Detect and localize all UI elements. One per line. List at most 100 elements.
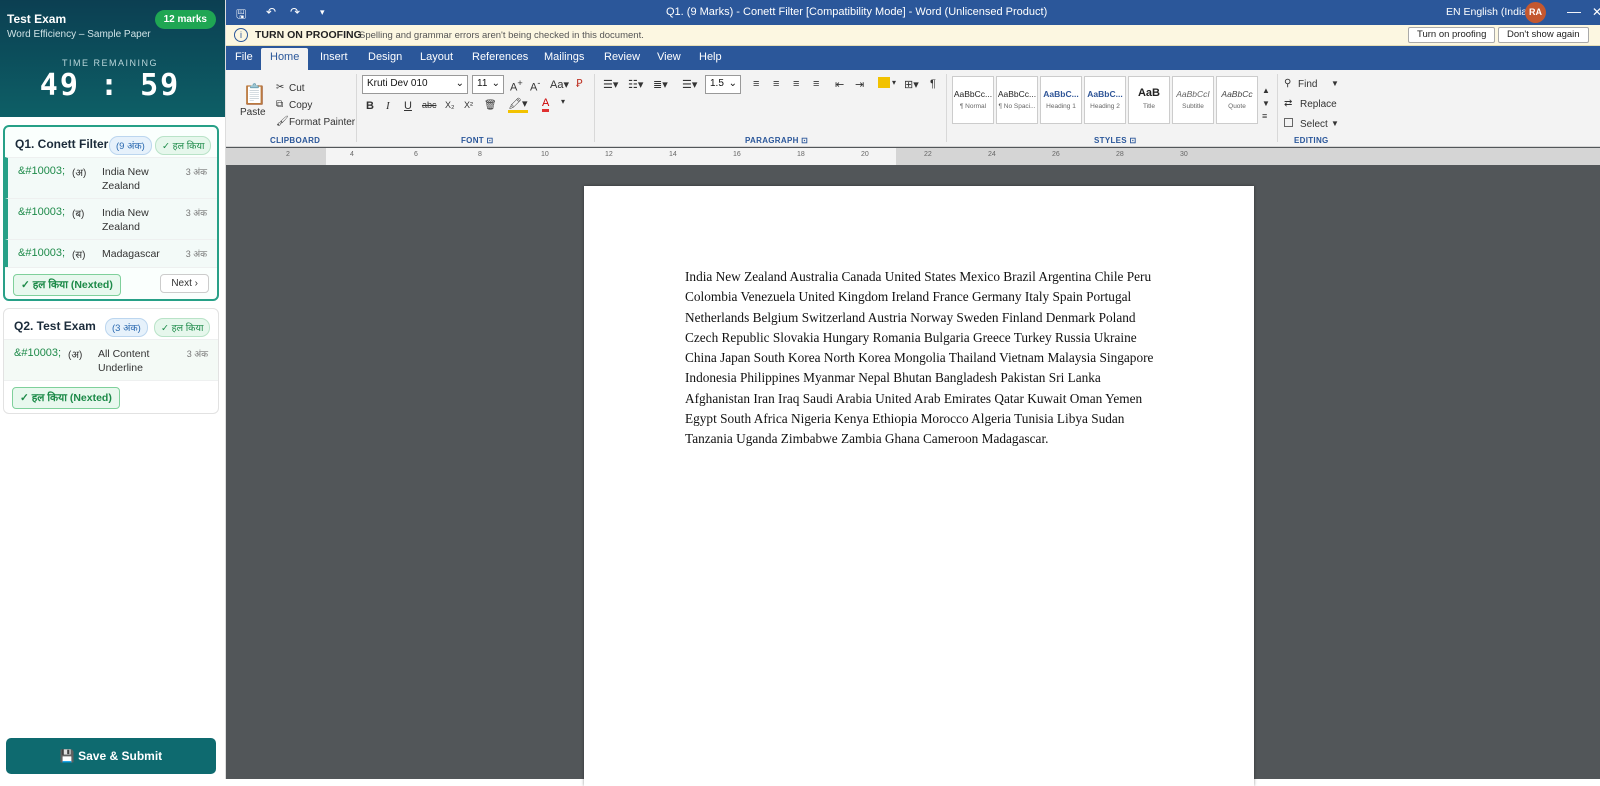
select-button[interactable]: Select	[1300, 119, 1328, 130]
style-normal[interactable]: AaBbCc... ¶ Normal	[952, 76, 994, 124]
solved-nexted-button[interactable]: ✓ हल किया (Nexted)	[12, 387, 120, 409]
subquestion-row[interactable]: &#10003; (ब) India New Zealand 3 अंक	[5, 198, 217, 239]
language-indicator[interactable]: EN English (India)	[1446, 6, 1531, 18]
question-header[interactable]: Q2. Test Exam (3 अंक) ✓ हल किया	[4, 309, 218, 339]
copy-button[interactable]: Copy	[289, 100, 312, 111]
ruler-number: 14	[669, 151, 677, 158]
style-no-spacing[interactable]: AaBbCc... ¶ No Spaci...	[996, 76, 1038, 124]
style-preview: AaBbC...	[1043, 89, 1079, 99]
solved-nexted-button[interactable]: ✓ हल किया (Nexted)	[13, 274, 121, 296]
ruler-number: 30	[1180, 151, 1188, 158]
align-right-icon[interactable]: ≡	[793, 78, 799, 90]
check-code: &#10003;	[18, 247, 66, 259]
chevron-down-icon[interactable]: ▼	[1331, 79, 1339, 88]
next-button[interactable]: Next ›	[160, 274, 209, 293]
chevron-down-icon[interactable]: ▾	[892, 78, 896, 87]
exam-title: Test Exam	[7, 12, 67, 26]
document-page[interactable]: India New Zealand Australia Canada Unite…	[584, 186, 1254, 786]
font-name-dropdown[interactable]: Kruti Dev 010 ⌄	[362, 75, 468, 94]
italic-icon[interactable]: I	[386, 100, 390, 112]
style-heading-2[interactable]: AaBbC... Heading 2	[1084, 76, 1126, 124]
user-avatar[interactable]: RA	[1525, 2, 1546, 23]
styles-scroll-up-icon[interactable]: ▲	[1262, 86, 1270, 95]
ruler-number: 26	[1052, 151, 1060, 158]
tab-file[interactable]: File	[235, 51, 253, 63]
decrease-indent-icon[interactable]: ⇤	[835, 78, 844, 91]
select-checkbox-icon	[1284, 118, 1293, 127]
superscript-icon[interactable]: X²	[464, 100, 473, 110]
clear-all-icon[interactable]: 🗑	[484, 100, 497, 111]
strikethrough-icon[interactable]: abc	[422, 100, 437, 110]
tab-design[interactable]: Design	[368, 51, 402, 63]
clear-formatting-icon[interactable]: Ꝑ	[576, 77, 583, 90]
style-title[interactable]: AaB Title	[1128, 76, 1170, 124]
bold-icon[interactable]: B	[366, 100, 374, 112]
multilevel-list-icon[interactable]: ≣▾	[653, 78, 668, 91]
cut-button[interactable]: Cut	[289, 83, 305, 94]
tab-references[interactable]: References	[472, 51, 528, 63]
increase-indent-icon[interactable]: ⇥	[855, 78, 864, 91]
document-body-text[interactable]: India New Zealand Australia Canada Unite…	[685, 267, 1160, 450]
shrink-font-icon[interactable]: A-	[530, 78, 540, 94]
shading-icon[interactable]	[878, 77, 890, 88]
copy-icon: ⧉	[276, 99, 284, 110]
highlight-color-icon[interactable]: 🖍▾	[508, 97, 528, 113]
group-separator	[946, 74, 947, 142]
align-left-icon[interactable]: ≡	[753, 78, 759, 90]
subquestion-row[interactable]: &#10003; (अ) India New Zealand 3 अंक	[5, 157, 217, 198]
bullets-icon[interactable]: ☰▾	[603, 78, 618, 91]
ruler[interactable]: 2 4 6 8 10 12 14 16 18 20 22 24 26 28 30	[226, 148, 1600, 165]
borders-icon[interactable]: ⊞▾	[904, 78, 919, 91]
question-card-q1[interactable]: Q1. Conett Filter (9 अंक) ✓ हल किया &#10…	[3, 125, 219, 301]
replace-button[interactable]: Replace	[1300, 99, 1337, 110]
show-formatting-icon[interactable]: ¶	[930, 78, 936, 90]
subquestion-row[interactable]: &#10003; (स) Madagascar 3 अंक	[5, 239, 217, 267]
styles-more-icon[interactable]: ≡	[1262, 111, 1267, 121]
change-case-icon[interactable]: Aa▾	[550, 78, 569, 91]
font-color-icon[interactable]: A	[542, 97, 550, 112]
question-card-q2[interactable]: Q2. Test Exam (3 अंक) ✓ हल किया &#10003;…	[3, 308, 219, 414]
line-spacing-icon[interactable]: ☰▾	[682, 78, 697, 91]
align-center-icon[interactable]: ≡	[773, 78, 779, 90]
clipboard-group-label: CLIPBOARD	[270, 136, 321, 145]
font-size-dropdown[interactable]: 11 ⌄	[472, 75, 504, 94]
format-painter-button[interactable]: Format Painter	[289, 117, 355, 128]
justify-icon[interactable]: ≡	[813, 78, 819, 90]
save-submit-button[interactable]: 💾 Save & Submit	[6, 738, 216, 774]
chevron-down-icon[interactable]: ▾	[561, 97, 565, 106]
tab-mailings[interactable]: Mailings	[544, 51, 584, 63]
paste-button[interactable]: Paste	[240, 107, 266, 118]
tab-review[interactable]: Review	[604, 51, 640, 63]
customize-quick-access-icon[interactable]: ▾	[320, 7, 325, 18]
proofing-heading: TURN ON PROOFING	[255, 29, 362, 41]
tab-layout[interactable]: Layout	[420, 51, 453, 63]
subscript-icon[interactable]: X₂	[445, 100, 455, 110]
undo-icon[interactable]: ↶	[266, 5, 276, 19]
tab-insert[interactable]: Insert	[320, 51, 348, 63]
tab-help[interactable]: Help	[699, 51, 722, 63]
numbering-icon[interactable]: ☷▾	[628, 78, 643, 91]
underline-icon[interactable]: U	[404, 100, 412, 112]
redo-icon[interactable]: ↷	[290, 5, 300, 19]
subquestion-row[interactable]: &#10003; (अ) All Content Underline 3 अंक	[4, 339, 218, 380]
turn-on-proofing-button[interactable]: Turn on proofing	[1408, 27, 1496, 43]
save-icon[interactable]: 🖫	[236, 5, 246, 26]
find-button[interactable]: Find	[1298, 79, 1317, 90]
paste-icon[interactable]: 📋	[242, 82, 267, 107]
style-quote[interactable]: AaBbCc Quote	[1216, 76, 1258, 124]
tab-home[interactable]: Home	[261, 48, 309, 70]
style-subtitle[interactable]: AaBbCcI Subtitle	[1172, 76, 1214, 124]
editing-group-label: EDITING	[1294, 136, 1329, 145]
subquestion-marks: 3 अंक	[185, 208, 207, 218]
styles-scroll-down-icon[interactable]: ▼	[1262, 99, 1270, 108]
line-spacing-dropdown[interactable]: 1.5 ⌄	[705, 75, 741, 94]
dont-show-again-button[interactable]: Don't show again	[1498, 27, 1589, 43]
minimize-icon[interactable]: —	[1567, 3, 1581, 19]
close-icon[interactable]: ✕	[1592, 5, 1600, 19]
tab-view[interactable]: View	[657, 51, 681, 63]
chevron-down-icon[interactable]: ▼	[1331, 119, 1339, 128]
grow-font-icon[interactable]: A+	[510, 78, 523, 94]
ruler-number: 20	[861, 151, 869, 158]
question-header[interactable]: Q1. Conett Filter (9 अंक) ✓ हल किया	[5, 127, 217, 157]
style-heading-1[interactable]: AaBbC... Heading 1	[1040, 76, 1082, 124]
